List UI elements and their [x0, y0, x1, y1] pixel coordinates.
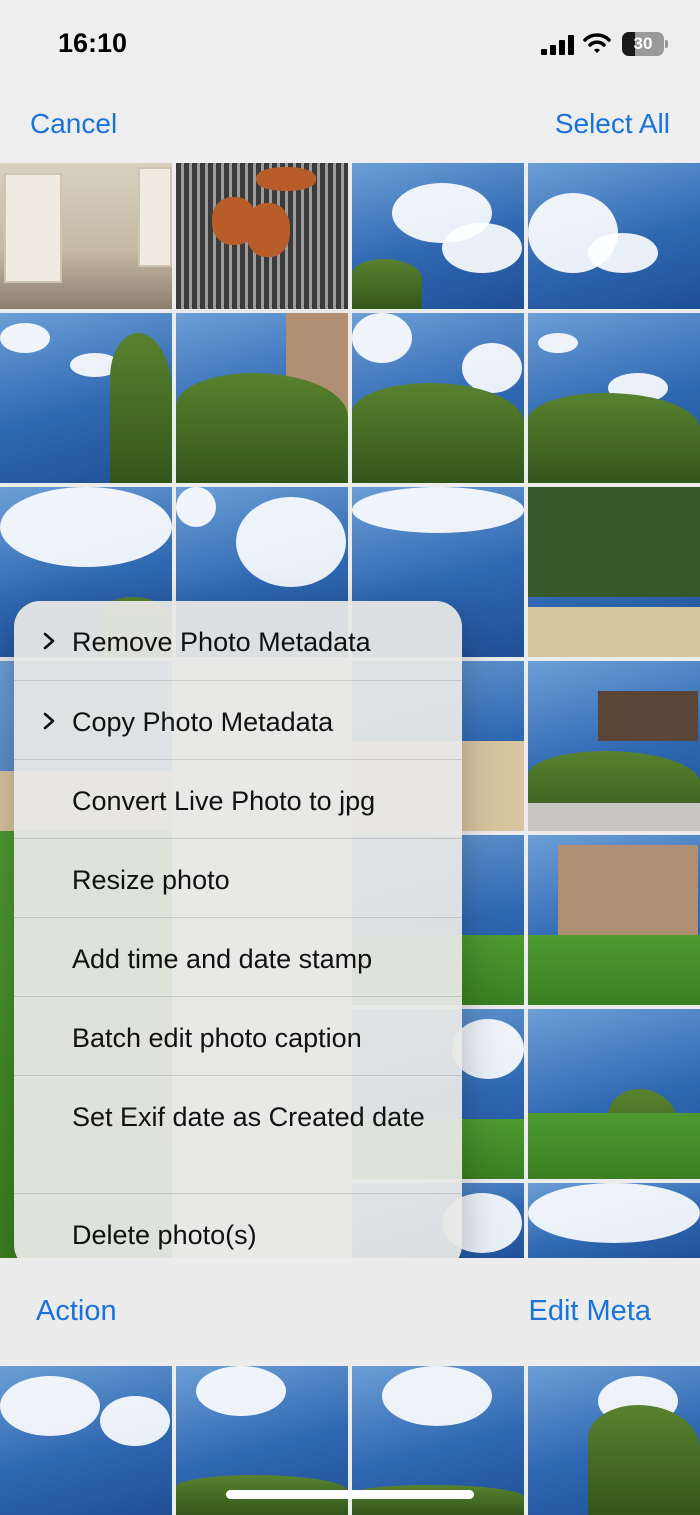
menu-item-label: Resize photo [72, 865, 230, 895]
battery-nub [665, 40, 668, 48]
menu-item-label: Set Exif date as Created date [72, 1102, 425, 1132]
photo-thumbnail[interactable] [528, 1366, 700, 1515]
menu-item[interactable]: Remove Photo Metadata [14, 601, 462, 680]
menu-item-label: Convert Live Photo to jpg [72, 786, 376, 816]
photo-thumbnail[interactable] [0, 313, 172, 483]
menu-item-label: Remove Photo Metadata [72, 627, 371, 657]
battery-icon: 30 [622, 32, 664, 56]
photo-thumbnail[interactable] [176, 313, 348, 483]
action-menu: Remove Photo Metadata Copy Photo Metadata… [14, 601, 462, 1271]
signal-icon [541, 35, 575, 55]
photo-thumbnail[interactable] [352, 163, 524, 309]
menu-item[interactable]: Batch edit photo caption [14, 996, 462, 1075]
menu-item[interactable]: Add time and date stamp [14, 917, 462, 996]
menu-item-label: Batch edit photo caption [72, 1023, 362, 1053]
menu-item[interactable]: Copy Photo Metadata [14, 680, 462, 759]
photo-thumbnail[interactable] [352, 313, 524, 483]
photo-thumbnail[interactable] [528, 313, 700, 483]
photo-thumbnail[interactable] [528, 1183, 700, 1263]
photo-thumbnail[interactable] [528, 1009, 700, 1179]
photo-thumbnail[interactable] [0, 1366, 172, 1515]
photo-thumbnail[interactable] [528, 487, 700, 657]
menu-item-label: Delete photo(s) [72, 1220, 257, 1250]
photo-thumbnail[interactable] [0, 163, 172, 309]
wifi-icon [583, 32, 611, 54]
menu-item[interactable]: Set Exif date as Created date [14, 1075, 462, 1193]
photo-thumbnail[interactable] [528, 661, 700, 831]
photo-thumbnail[interactable] [176, 163, 348, 309]
home-indicator [226, 1490, 474, 1499]
status-time: 16:10 [58, 28, 128, 58]
menu-item-label: Copy Photo Metadata [72, 707, 334, 737]
chevron-right-icon [42, 712, 56, 730]
menu-item-label: Add time and date stamp [72, 944, 373, 974]
menu-item[interactable]: Resize photo [14, 838, 462, 917]
select-all-button[interactable]: Select All [555, 108, 670, 140]
edit-meta-button[interactable]: Edit Meta [529, 1295, 652, 1328]
cancel-button[interactable]: Cancel [30, 108, 117, 140]
photo-thumbnail[interactable] [528, 835, 700, 1005]
action-button[interactable]: Action [36, 1295, 117, 1328]
photo-thumbnail[interactable] [528, 163, 700, 309]
battery-level: 30 [633, 34, 653, 53]
menu-item[interactable]: Convert Live Photo to jpg [14, 759, 462, 838]
chevron-right-icon [42, 632, 56, 650]
